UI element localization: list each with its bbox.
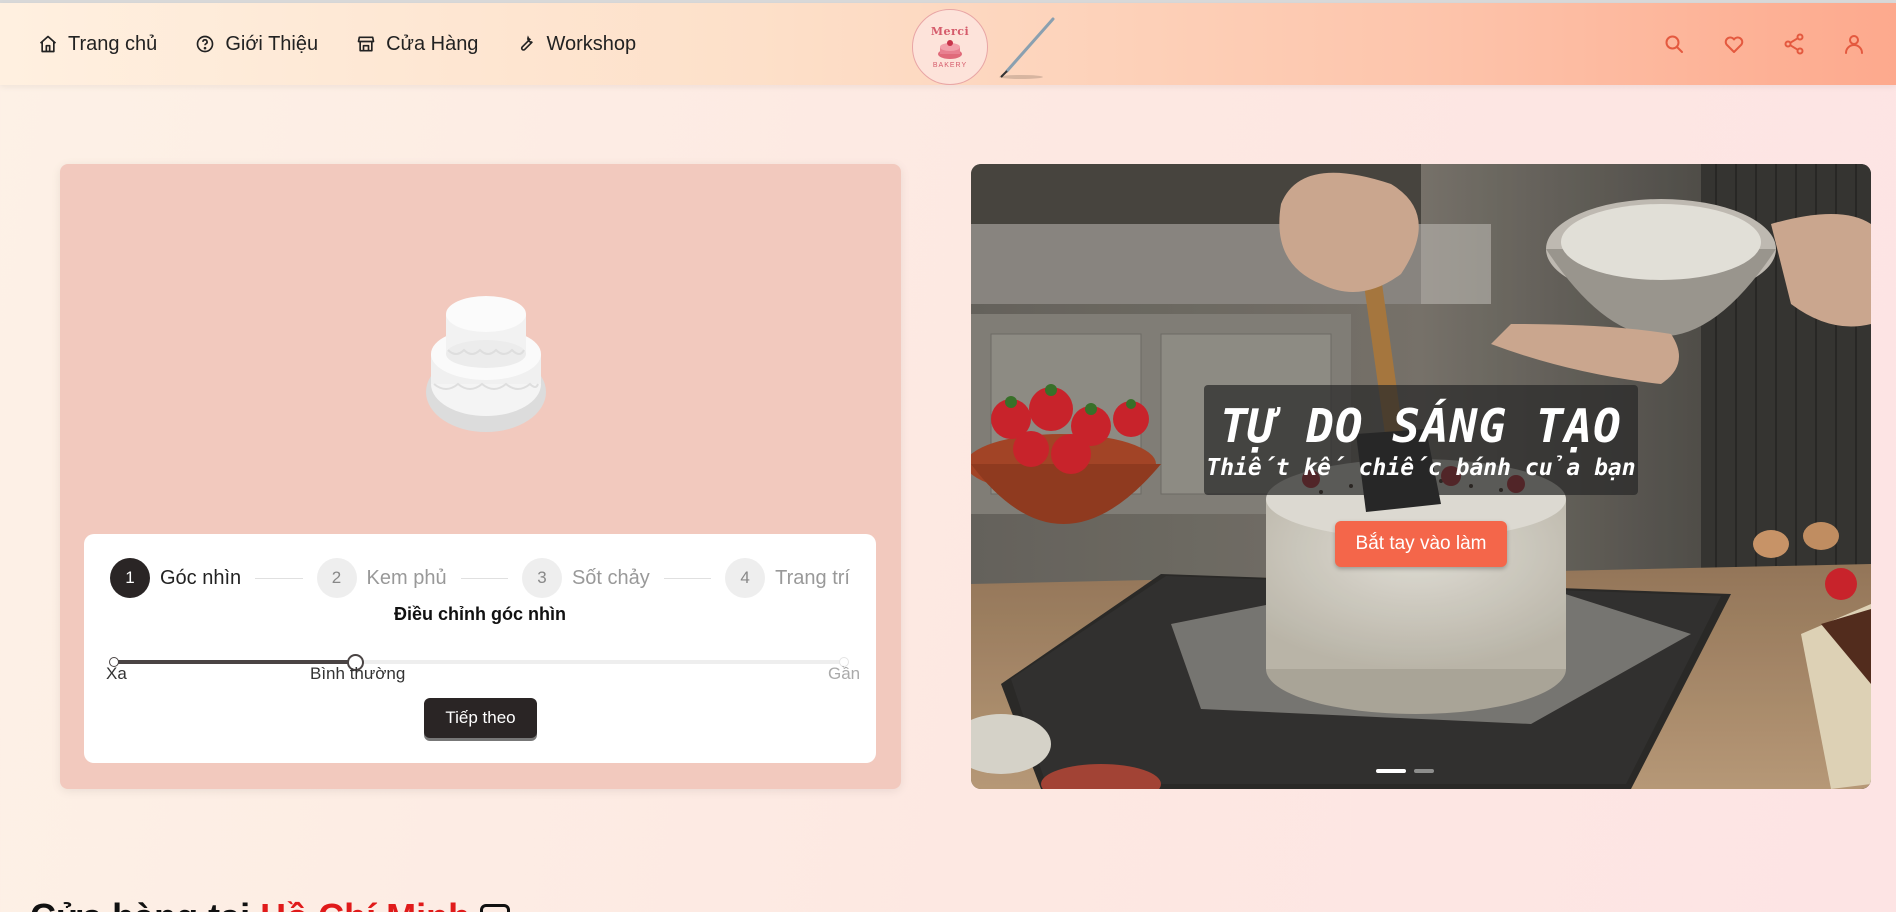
share-icon: [1784, 33, 1804, 55]
step-label: Kem phủ: [366, 566, 447, 589]
hero-subtitle: Thiết kế chiếc bánh của bạn: [1206, 455, 1636, 481]
cake-designer-card: 1 Góc nhìn 2 Kem phủ 3 Sốt chảy 4 Trang …: [60, 164, 901, 789]
header-actions: [1662, 3, 1866, 85]
nav-label-home: Trang chủ: [68, 32, 158, 55]
search-icon: [1665, 35, 1683, 53]
account-button[interactable]: [1842, 32, 1866, 56]
step-list: 1 Góc nhìn 2 Kem phủ 3 Sốt chảy 4 Trang …: [110, 558, 850, 598]
step-divider: [663, 577, 712, 579]
logo-subtext: BAKERY: [932, 62, 968, 69]
main-nav: Trang chủ Giới Thiệu Cửa Hàng Workshop: [38, 3, 636, 85]
store-icon: [357, 36, 375, 52]
site-header: Trang chủ Giới Thiệu Cửa Hàng Workshop M…: [0, 3, 1896, 85]
design-stepper: 1 Góc nhìn 2 Kem phủ 3 Sốt chảy 4 Trang …: [84, 534, 876, 763]
step-title: Điều chỉnh góc nhìn: [394, 604, 566, 624]
carousel-dot-1[interactable]: [1376, 769, 1406, 773]
slider-label-far: Xa: [106, 664, 127, 683]
carousel-dot-2[interactable]: [1414, 769, 1434, 773]
step-number: 1: [110, 558, 150, 598]
nav-label-about: Giới Thiệu: [225, 32, 319, 55]
map-pin-icon[interactable]: [480, 904, 511, 912]
next-step-button[interactable]: Tiếp theo: [424, 698, 537, 738]
slider-label-normal: Bình thường: [310, 664, 406, 683]
nav-item-workshop[interactable]: Workshop: [516, 33, 636, 56]
step-label: Sốt chảy: [571, 566, 650, 589]
nav-label-store: Cửa Hàng: [386, 32, 479, 55]
pen-icon: [999, 17, 1055, 79]
stores-section-heading: Cửa hàng tại Hồ Chí Minh: [30, 896, 511, 912]
home-icon: [39, 35, 57, 53]
step-view-angle[interactable]: 1 Góc nhìn: [110, 558, 241, 598]
step-label: Trang trí: [775, 566, 850, 589]
hero-text-box: TỰ DO SÁNG TẠO Thiết kế chiếc bánh của b…: [1204, 385, 1638, 495]
step-label: Góc nhìn: [160, 566, 242, 589]
question-icon: [196, 35, 214, 53]
user-icon: [1845, 35, 1863, 54]
logo-text: Merci: [930, 25, 970, 38]
nav-label-workshop: Workshop: [546, 32, 637, 55]
step-number: 2: [316, 558, 357, 598]
share-button[interactable]: [1782, 32, 1806, 56]
slider-label-near: Gần: [828, 664, 861, 683]
step-number: 4: [725, 558, 766, 598]
start-designing-button[interactable]: Bắt tay vào làm: [1335, 521, 1507, 567]
heart-icon: [1724, 36, 1744, 53]
view-distance-slider[interactable]: [109, 650, 849, 674]
step-decoration[interactable]: 4 Trang trí: [725, 558, 850, 598]
nav-item-about[interactable]: Giới Thiệu: [195, 33, 318, 56]
step-divider: [255, 577, 303, 579]
favorites-button[interactable]: [1722, 32, 1746, 56]
brand-logo[interactable]: Merci BAKERY: [912, 9, 988, 85]
carousel-indicators: [1376, 769, 1434, 773]
cake-preview[interactable]: [416, 292, 556, 442]
cake-logo-icon: [938, 40, 962, 59]
step-divider: [460, 577, 508, 579]
step-drip-sauce[interactable]: 3 Sốt chảy: [521, 558, 650, 598]
hero-title: TỰ DO SÁNG TẠO: [1220, 399, 1622, 453]
search-button[interactable]: [1662, 32, 1686, 56]
step-number: 3: [521, 558, 562, 598]
hero-banner: TỰ DO SÁNG TẠO Thiết kế chiếc bánh của b…: [971, 164, 1871, 789]
heading-prefix: Cửa hàng tại: [30, 896, 260, 912]
nav-item-store[interactable]: Cửa Hàng: [356, 33, 478, 56]
heading-city[interactable]: Hồ Chí Minh: [260, 896, 470, 912]
step-frosting[interactable]: 2 Kem phủ: [316, 558, 447, 598]
wrench-icon: [521, 35, 534, 51]
nav-item-home[interactable]: Trang chủ: [38, 33, 157, 56]
